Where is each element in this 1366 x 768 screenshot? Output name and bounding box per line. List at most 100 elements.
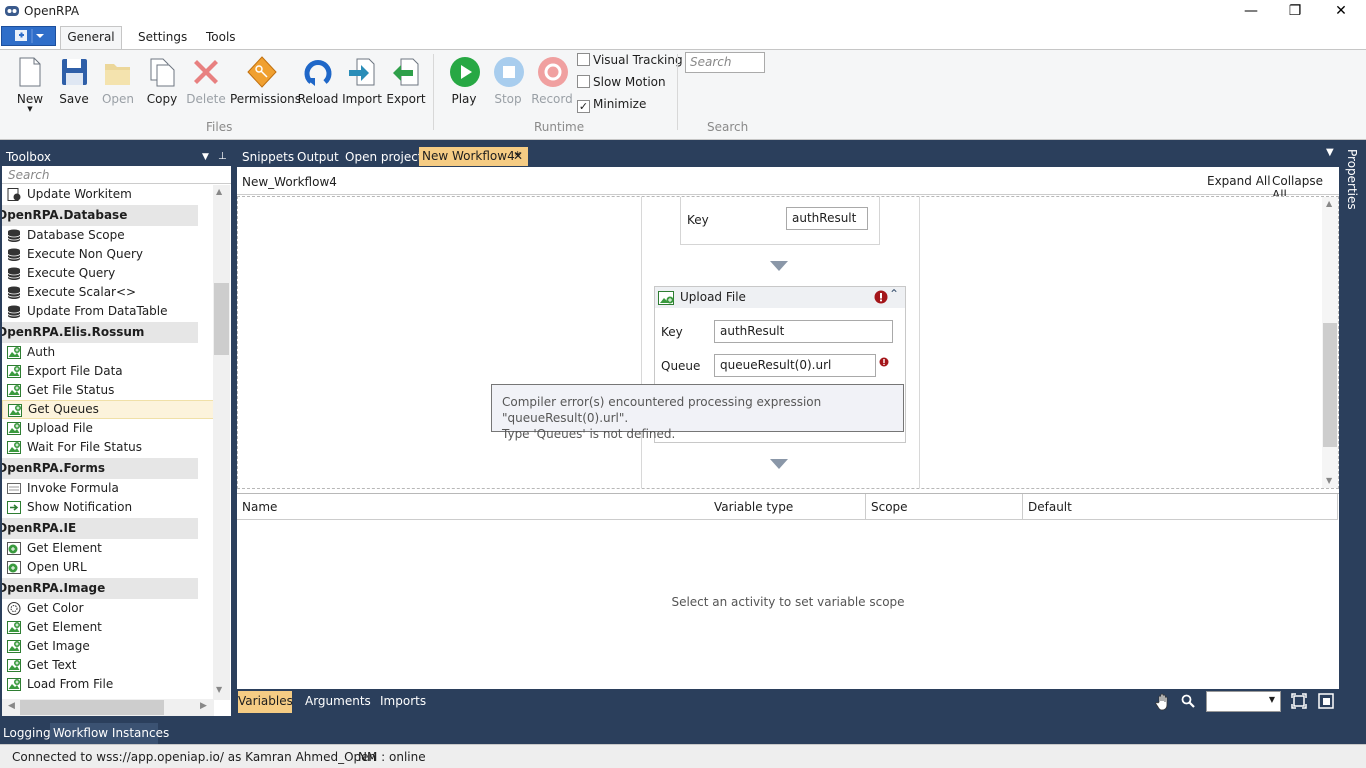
image-add-icon: [7, 640, 21, 653]
pan-hand-icon[interactable]: [1155, 693, 1171, 711]
close-tab-icon[interactable]: ✕: [513, 147, 523, 165]
flow-arrow-icon[interactable]: [770, 261, 788, 271]
toolbox-item-label: Invoke Formula: [27, 481, 119, 495]
checkbox-box[interactable]: [577, 75, 590, 88]
toolbox-dropdown-icon[interactable]: ▼: [202, 148, 209, 166]
toolbox-item[interactable]: Upload File: [2, 419, 214, 438]
zoom-icon[interactable]: [1181, 694, 1195, 708]
properties-side-tab[interactable]: Properties: [1341, 145, 1366, 722]
toolbox-item[interactable]: Get Image: [2, 637, 214, 656]
toolbox-item-label: Get Element: [27, 541, 102, 555]
toolbox-item[interactable]: Get Text: [2, 656, 214, 675]
ribbon-search-input[interactable]: Search: [685, 52, 765, 73]
minimize-window-button[interactable]: —: [1228, 0, 1274, 24]
flow-arrow-icon[interactable]: [770, 459, 788, 469]
scrollbar-thumb[interactable]: [214, 283, 229, 355]
toolbox-item[interactable]: Show Notification: [2, 498, 214, 517]
toolbox-item[interactable]: Execute Scalar<>: [2, 283, 214, 302]
prev-key-input[interactable]: authResult: [786, 207, 868, 230]
queue-input[interactable]: queueResult(0).url: [714, 354, 876, 377]
image-add-icon: [7, 346, 21, 359]
toolbox-category[interactable]: OpenRPA.Database: [2, 205, 198, 226]
toolbox-item-label: Open URL: [27, 560, 87, 574]
maximize-window-button[interactable]: ❐: [1272, 0, 1318, 24]
record-button[interactable]: Record: [530, 54, 574, 114]
toolbox-item[interactable]: Open URL: [2, 558, 214, 577]
error-icon[interactable]: [874, 290, 888, 304]
tab-overflow-icon[interactable]: ▼: [1326, 147, 1334, 158]
toolbox-item[interactable]: Get Color: [2, 599, 214, 618]
overview-map-icon[interactable]: [1318, 693, 1334, 709]
toolbox-category[interactable]: OpenRPA.Image: [2, 578, 198, 599]
column-header-name[interactable]: Name: [237, 494, 710, 520]
scroll-up-icon[interactable]: ▲: [1326, 199, 1332, 208]
tab-arguments[interactable]: Arguments: [305, 691, 371, 713]
minimize-checkbox[interactable]: ✓ Minimize: [577, 97, 646, 115]
permissions-button[interactable]: Permissions: [230, 54, 301, 114]
export-button[interactable]: Export: [384, 54, 428, 114]
canvas-vertical-scrollbar[interactable]: ▲ ▼: [1322, 197, 1338, 488]
tab-workflow-instances[interactable]: Workflow Instances: [50, 723, 169, 745]
toolbox-item[interactable]: Auth: [2, 343, 214, 362]
toolbox-item[interactable]: Invoke Formula: [2, 479, 214, 498]
key-input[interactable]: authResult: [714, 320, 893, 343]
column-header-scope[interactable]: Scope: [866, 494, 1023, 520]
toolbox-item[interactable]: Export File Data: [2, 362, 214, 381]
scroll-left-icon[interactable]: ◀: [8, 701, 15, 711]
designer-canvas[interactable]: Key authResult Upload File ⌃ Key authRes…: [237, 196, 1339, 489]
scrollbar-thumb[interactable]: [20, 700, 164, 715]
visual-tracking-checkbox[interactable]: Visual Tracking: [577, 53, 683, 71]
close-window-button[interactable]: ✕: [1318, 0, 1364, 24]
toolbox-category[interactable]: OpenRPA.Elis.Rossum: [2, 322, 198, 343]
toolbox-item[interactable]: Database Scope: [2, 226, 214, 245]
tab-variables[interactable]: Variables: [238, 691, 293, 713]
toolbox-item[interactable]: Execute Query: [2, 264, 214, 283]
scroll-down-icon[interactable]: ▼: [216, 685, 222, 694]
toolbox-vertical-scrollbar[interactable]: ▲ ▼: [213, 185, 230, 700]
toolbox-item[interactable]: Execute Non Query: [2, 245, 214, 264]
scroll-up-icon[interactable]: ▲: [216, 187, 222, 196]
tab-general[interactable]: General: [60, 26, 122, 50]
toolbox-item[interactable]: Get Queues: [2, 400, 214, 419]
toolbox-search-input[interactable]: Search: [2, 166, 231, 184]
column-header-default[interactable]: Default: [1023, 494, 1338, 520]
previous-activity[interactable]: Key authResult: [680, 197, 880, 245]
toolbox-horizontal-scrollbar[interactable]: ◀ ▶: [2, 699, 214, 716]
checkbox-box[interactable]: [577, 53, 590, 66]
toolbox-item[interactable]: Update From DataTable: [2, 302, 214, 321]
toolbox-item[interactable]: Update Workitem: [2, 185, 214, 204]
tab-open-project[interactable]: Open project: [345, 148, 423, 167]
expand-all-button[interactable]: Expand All: [1207, 174, 1271, 188]
stop-icon: [494, 57, 524, 87]
scrollbar-thumb[interactable]: [1323, 323, 1337, 447]
toolbox-category[interactable]: OpenRPA.IE: [2, 518, 198, 539]
toolbox-item[interactable]: Get Element: [2, 539, 214, 558]
field-error-icon[interactable]: [879, 357, 889, 367]
tab-settings[interactable]: Settings: [126, 27, 199, 49]
slow-motion-checkbox[interactable]: Slow Motion: [577, 75, 666, 93]
breadcrumb[interactable]: New_Workflow4: [242, 175, 337, 189]
tab-logging[interactable]: Logging: [3, 723, 51, 745]
scroll-down-icon[interactable]: ▼: [1326, 476, 1332, 485]
toolbox-item[interactable]: Get File Status: [2, 381, 214, 400]
toolbox-item-label: Get File Status: [27, 383, 115, 397]
tab-snippets[interactable]: Snippets: [242, 148, 294, 167]
pin-icon[interactable]: ⊥: [218, 148, 227, 166]
collapse-chevron-icon[interactable]: ⌃: [889, 287, 899, 301]
fit-to-screen-icon[interactable]: [1291, 693, 1307, 709]
toolbox-item[interactable]: Wait For File Status: [2, 438, 214, 457]
toolbox-item[interactable]: Get Element: [2, 618, 214, 637]
scroll-right-icon[interactable]: ▶: [200, 701, 207, 711]
toolbox-category[interactable]: OpenRPA.Forms: [2, 458, 198, 479]
window-title: OpenRPA: [24, 4, 80, 18]
delete-button[interactable]: Delete: [184, 54, 228, 114]
tab-new-workflow4[interactable]: New Workflow4* ✕: [419, 147, 528, 166]
tab-output[interactable]: Output: [297, 148, 339, 167]
checkmark-icon[interactable]: ✓: [577, 100, 590, 113]
zoom-level-select[interactable]: ▼: [1206, 691, 1281, 712]
column-header-variable-type[interactable]: Variable type: [709, 494, 866, 520]
toolbox-item[interactable]: Load From File: [2, 675, 214, 694]
tab-imports[interactable]: Imports: [380, 691, 426, 713]
quick-access-menu-button[interactable]: [1, 26, 56, 46]
tab-tools[interactable]: Tools: [194, 27, 248, 49]
